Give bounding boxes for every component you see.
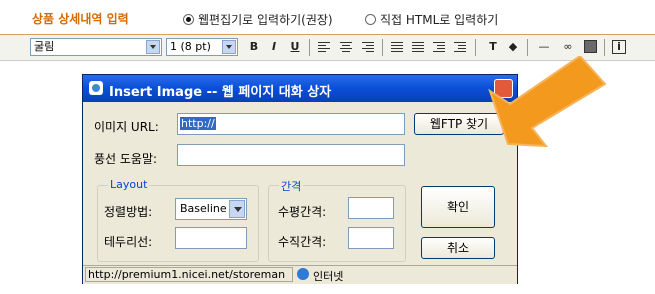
dialog-title: Insert Image -- 웹 페이지 대화 상자 (109, 85, 332, 100)
image-url-value: http:// (180, 117, 216, 130)
bold-button[interactable]: B (246, 39, 262, 55)
status-zone: 인터넷 (313, 270, 344, 283)
align-center-icon[interactable] (340, 42, 352, 53)
align-left-icon[interactable] (318, 42, 330, 53)
text-color-icon[interactable]: T (485, 39, 501, 55)
radio-dot-checked[interactable] (183, 14, 194, 25)
chevron-down-icon[interactable] (222, 40, 236, 54)
align-right-icon[interactable] (362, 42, 374, 53)
spacing-group-label: 간격 (279, 178, 304, 194)
ordered-list-icon[interactable] (391, 42, 403, 53)
toolbar-divider (604, 39, 605, 56)
size-select[interactable]: 1 (8 pt) (166, 38, 238, 56)
fill-color-icon[interactable]: ◆ (505, 39, 521, 55)
chevron-down-icon[interactable] (146, 40, 160, 54)
italic-button[interactable]: I (266, 39, 282, 55)
align-label: 정렬방법: (104, 205, 153, 219)
tooltip-label: 풍선 도움말: (94, 152, 158, 166)
toolbar-divider (475, 39, 476, 56)
window-icon (89, 81, 103, 95)
dialog-titlebar[interactable]: Insert Image -- 웹 페이지 대화 상자 (83, 75, 517, 102)
radio-html[interactable]: 직접 HTML로 입력하기 (365, 11, 498, 28)
outdent-icon[interactable] (433, 42, 445, 53)
align-select-value: Baseline (180, 202, 227, 215)
pointer-arrow-icon (488, 56, 607, 148)
globe-icon (297, 268, 309, 280)
border-label: 테두리선: (104, 235, 153, 249)
insert-image-dialog: Insert Image -- 웹 페이지 대화 상자 이미지 URL: htt… (82, 74, 518, 284)
radio-dot[interactable] (365, 14, 376, 25)
horizontal-rule-icon[interactable]: — (536, 39, 552, 55)
radio-html-label: 직접 HTML로 입력하기 (380, 13, 499, 27)
link-icon[interactable]: ∞ (560, 39, 576, 55)
image-url-input[interactable]: http:// (177, 113, 405, 135)
unordered-list-icon[interactable] (412, 42, 424, 53)
hspace-label: 수평간격: (278, 205, 327, 219)
vspace-input[interactable] (348, 227, 394, 249)
underline-button[interactable]: U (287, 39, 303, 55)
toolbar-divider (382, 39, 383, 56)
status-url: http://premium1.nicei.net/storeman (85, 267, 293, 282)
ok-button[interactable]: 확인 (421, 186, 495, 228)
layout-group-label: Layout (108, 178, 150, 191)
font-select[interactable]: 굴림 (30, 38, 162, 56)
cancel-button[interactable]: 취소 (421, 237, 495, 259)
border-input[interactable] (175, 227, 247, 249)
size-select-value: 1 (8 pt) (170, 40, 211, 53)
chevron-down-icon[interactable] (229, 200, 245, 218)
font-select-value: 굴림 (34, 40, 55, 53)
radio-web-label: 웹편집기로 입력하기(권장) (198, 13, 333, 27)
vspace-label: 수직간격: (278, 235, 327, 249)
hspace-input[interactable] (348, 197, 394, 219)
info-icon[interactable]: i (612, 40, 626, 54)
toolbar-divider (309, 39, 310, 56)
indent-icon[interactable] (454, 42, 466, 53)
toolbar-divider (527, 39, 528, 56)
section-title: 상품 상세내역 입력 (32, 12, 129, 26)
layout-group (97, 185, 259, 262)
tooltip-input[interactable] (177, 144, 405, 166)
editor-header: 상품 상세내역 입력 웹편집기로 입력하기(권장) 직접 HTML로 입력하기 (0, 0, 655, 35)
align-select[interactable]: Baseline (175, 198, 247, 220)
insert-image-icon[interactable] (584, 40, 597, 53)
radio-web-editor[interactable]: 웹편집기로 입력하기(권장) (183, 11, 333, 28)
status-bar: http://premium1.nicei.net/storeman 인터넷 (83, 265, 517, 284)
image-url-label: 이미지 URL: (94, 120, 159, 134)
